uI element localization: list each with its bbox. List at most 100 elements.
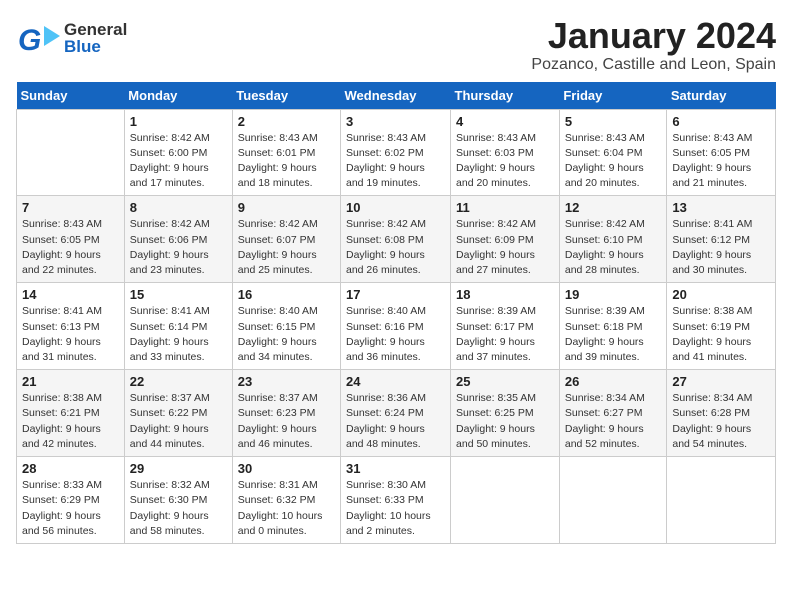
day-number: 26 <box>565 374 662 389</box>
location-title: Pozanco, Castille and Leon, Spain <box>531 56 776 74</box>
day-info: Sunrise: 8:35 AM Sunset: 6:25 PM Dayligh… <box>456 391 554 452</box>
logo: G General Blue <box>16 16 127 60</box>
calendar-cell: 11 Sunrise: 8:42 AM Sunset: 6:09 PM Dayli… <box>451 196 560 283</box>
calendar-cell <box>559 457 667 544</box>
calendar-cell <box>451 457 560 544</box>
day-info: Sunrise: 8:42 AM Sunset: 6:07 PM Dayligh… <box>238 217 335 278</box>
day-info: Sunrise: 8:34 AM Sunset: 6:27 PM Dayligh… <box>565 391 662 452</box>
day-header-monday: Monday <box>124 82 232 110</box>
day-info: Sunrise: 8:38 AM Sunset: 6:19 PM Dayligh… <box>672 304 770 365</box>
calendar-cell: 6 Sunrise: 8:43 AM Sunset: 6:05 PM Daylig… <box>667 109 776 196</box>
day-info: Sunrise: 8:43 AM Sunset: 6:05 PM Dayligh… <box>22 217 119 278</box>
day-number: 15 <box>130 287 227 302</box>
day-header-wednesday: Wednesday <box>341 82 451 110</box>
day-header-saturday: Saturday <box>667 82 776 110</box>
calendar-cell: 31Sunrise: 8:30 AM Sunset: 6:33 PM Dayli… <box>341 457 451 544</box>
day-info: Sunrise: 8:43 AM Sunset: 6:02 PM Dayligh… <box>346 131 445 192</box>
calendar-cell: 4Sunrise: 8:43 AM Sunset: 6:03 PM Daylig… <box>451 109 560 196</box>
calendar-cell: 13 Sunrise: 8:41 AM Sunset: 6:12 PM Dayli… <box>667 196 776 283</box>
day-number: 22 <box>130 374 227 389</box>
day-number: 10 <box>346 200 445 215</box>
day-number: 20 <box>672 287 770 302</box>
day-number: 25 <box>456 374 554 389</box>
calendar-cell: 26 Sunrise: 8:34 AM Sunset: 6:27 PM Dayli… <box>559 370 667 457</box>
day-number: 11 <box>456 200 554 215</box>
week-row-2: 7 Sunrise: 8:43 AM Sunset: 6:05 PM Daylig… <box>17 196 776 283</box>
calendar-cell: 24Sunrise: 8:36 AM Sunset: 6:24 PM Dayli… <box>341 370 451 457</box>
calendar-cell <box>667 457 776 544</box>
day-info: Sunrise: 8:41 AM Sunset: 6:12 PM Dayligh… <box>672 217 770 278</box>
logo-general-text: General <box>64 21 127 38</box>
logo-blue-text: Blue <box>64 38 127 55</box>
day-number: 16 <box>238 287 335 302</box>
calendar-cell: 18Sunrise: 8:39 AM Sunset: 6:17 PM Dayli… <box>451 283 560 370</box>
day-info: Sunrise: 8:33 AM Sunset: 6:29 PM Dayligh… <box>22 478 119 539</box>
day-number: 2 <box>238 114 335 129</box>
calendar-cell: 9Sunrise: 8:42 AM Sunset: 6:07 PM Daylig… <box>232 196 340 283</box>
day-info: Sunrise: 8:43 AM Sunset: 6:05 PM Dayligh… <box>672 131 770 192</box>
day-number: 7 <box>22 200 119 215</box>
day-header-thursday: Thursday <box>451 82 560 110</box>
calendar-cell: 1Sunrise: 8:42 AM Sunset: 6:00 PM Daylig… <box>124 109 232 196</box>
day-info: Sunrise: 8:43 AM Sunset: 6:01 PM Dayligh… <box>238 131 335 192</box>
day-number: 13 <box>672 200 770 215</box>
day-number: 6 <box>672 114 770 129</box>
day-number: 18 <box>456 287 554 302</box>
day-info: Sunrise: 8:37 AM Sunset: 6:23 PM Dayligh… <box>238 391 335 452</box>
day-header-friday: Friday <box>559 82 667 110</box>
logo-icon: G <box>16 16 60 60</box>
day-info: Sunrise: 8:32 AM Sunset: 6:30 PM Dayligh… <box>130 478 227 539</box>
week-row-4: 21 Sunrise: 8:38 AM Sunset: 6:21 PM Dayli… <box>17 370 776 457</box>
day-info: Sunrise: 8:42 AM Sunset: 6:08 PM Dayligh… <box>346 217 445 278</box>
calendar-cell: 23 Sunrise: 8:37 AM Sunset: 6:23 PM Dayli… <box>232 370 340 457</box>
day-info: Sunrise: 8:41 AM Sunset: 6:13 PM Dayligh… <box>22 304 119 365</box>
calendar-cell: 22 Sunrise: 8:37 AM Sunset: 6:22 PM Dayli… <box>124 370 232 457</box>
calendar-cell: 5 Sunrise: 8:43 AM Sunset: 6:04 PM Daylig… <box>559 109 667 196</box>
calendar-cell: 17 Sunrise: 8:40 AM Sunset: 6:16 PM Dayli… <box>341 283 451 370</box>
day-info: Sunrise: 8:31 AM Sunset: 6:32 PM Dayligh… <box>238 478 335 539</box>
header: G General Blue January 2024 Pozanco, Cas… <box>16 16 776 74</box>
day-number: 19 <box>565 287 662 302</box>
calendar-cell: 21 Sunrise: 8:38 AM Sunset: 6:21 PM Dayli… <box>17 370 125 457</box>
calendar-cell: 29 Sunrise: 8:32 AM Sunset: 6:30 PM Dayli… <box>124 457 232 544</box>
day-info: Sunrise: 8:43 AM Sunset: 6:03 PM Dayligh… <box>456 131 554 192</box>
day-number: 31 <box>346 461 445 476</box>
calendar-cell: 27 Sunrise: 8:34 AM Sunset: 6:28 PM Dayli… <box>667 370 776 457</box>
day-number: 21 <box>22 374 119 389</box>
calendar-cell: 14 Sunrise: 8:41 AM Sunset: 6:13 PM Dayli… <box>17 283 125 370</box>
logo-text: General Blue <box>64 21 127 55</box>
week-row-3: 14 Sunrise: 8:41 AM Sunset: 6:13 PM Dayli… <box>17 283 776 370</box>
calendar-cell: 16Sunrise: 8:40 AM Sunset: 6:15 PM Dayli… <box>232 283 340 370</box>
day-number: 8 <box>130 200 227 215</box>
calendar-cell: 19Sunrise: 8:39 AM Sunset: 6:18 PM Dayli… <box>559 283 667 370</box>
day-header-tuesday: Tuesday <box>232 82 340 110</box>
calendar-cell: 10 Sunrise: 8:42 AM Sunset: 6:08 PM Dayli… <box>341 196 451 283</box>
day-info: Sunrise: 8:34 AM Sunset: 6:28 PM Dayligh… <box>672 391 770 452</box>
day-number: 14 <box>22 287 119 302</box>
calendar-cell: 2 Sunrise: 8:43 AM Sunset: 6:01 PM Daylig… <box>232 109 340 196</box>
day-number: 28 <box>22 461 119 476</box>
day-number: 27 <box>672 374 770 389</box>
day-number: 17 <box>346 287 445 302</box>
calendar-cell: 25 Sunrise: 8:35 AM Sunset: 6:25 PM Dayli… <box>451 370 560 457</box>
day-number: 29 <box>130 461 227 476</box>
day-info: Sunrise: 8:41 AM Sunset: 6:14 PM Dayligh… <box>130 304 227 365</box>
month-title: January 2024 <box>531 16 776 56</box>
day-number: 23 <box>238 374 335 389</box>
day-info: Sunrise: 8:40 AM Sunset: 6:16 PM Dayligh… <box>346 304 445 365</box>
day-info: Sunrise: 8:37 AM Sunset: 6:22 PM Dayligh… <box>130 391 227 452</box>
day-number: 12 <box>565 200 662 215</box>
calendar-table: SundayMondayTuesdayWednesdayThursdayFrid… <box>16 82 776 544</box>
day-info: Sunrise: 8:38 AM Sunset: 6:21 PM Dayligh… <box>22 391 119 452</box>
calendar-cell: 30 Sunrise: 8:31 AM Sunset: 6:32 PM Dayli… <box>232 457 340 544</box>
day-header-sunday: Sunday <box>17 82 125 110</box>
day-info: Sunrise: 8:42 AM Sunset: 6:09 PM Dayligh… <box>456 217 554 278</box>
calendar-cell: 12Sunrise: 8:42 AM Sunset: 6:10 PM Dayli… <box>559 196 667 283</box>
calendar-cell: 28 Sunrise: 8:33 AM Sunset: 6:29 PM Dayli… <box>17 457 125 544</box>
day-number: 5 <box>565 114 662 129</box>
day-number: 24 <box>346 374 445 389</box>
calendar-cell: 15 Sunrise: 8:41 AM Sunset: 6:14 PM Dayli… <box>124 283 232 370</box>
day-number: 30 <box>238 461 335 476</box>
day-info: Sunrise: 8:43 AM Sunset: 6:04 PM Dayligh… <box>565 131 662 192</box>
day-number: 1 <box>130 114 227 129</box>
